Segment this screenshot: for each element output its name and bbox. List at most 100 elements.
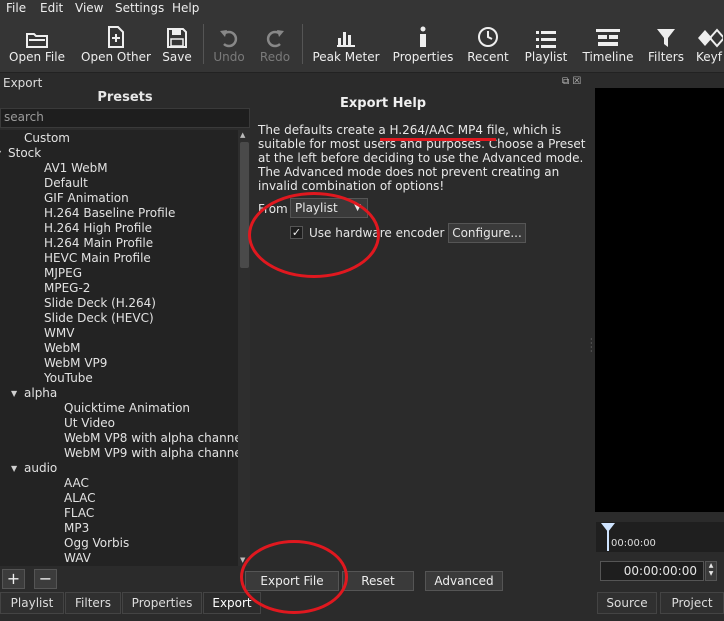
configure-button[interactable]: Configure... <box>448 223 526 243</box>
preset-item[interactable]: AV1 WebM <box>44 161 108 176</box>
timecode-field[interactable]: 00:00:00:00 <box>600 561 704 581</box>
peak-meter-icon <box>310 18 382 48</box>
advanced-button[interactable]: Advanced <box>425 571 503 591</box>
tab-playlist[interactable]: Playlist <box>0 592 64 614</box>
save-button[interactable]: Save <box>158 18 196 70</box>
list-icon <box>522 18 570 48</box>
peak-meter-button[interactable]: Peak Meter <box>310 18 382 70</box>
preset-item[interactable]: audio <box>24 461 57 476</box>
annotation-underline <box>380 138 496 141</box>
floppy-disk-icon <box>158 18 196 48</box>
folder-icon <box>6 18 68 48</box>
undo-icon <box>210 18 248 48</box>
preset-search-input[interactable] <box>1 109 247 125</box>
toolbar-separator <box>203 24 204 64</box>
clock-icon <box>464 18 512 48</box>
playhead-marker[interactable] <box>601 523 615 532</box>
preset-item[interactable]: WAV <box>64 551 91 566</box>
splitter-handle[interactable]: · · · · <box>590 336 593 356</box>
reset-button[interactable]: Reset <box>342 571 414 591</box>
preset-item[interactable]: MJPEG <box>44 266 82 281</box>
export-help-title: Export Help <box>340 96 427 111</box>
presets-scrollbar-thumb[interactable] <box>240 142 249 268</box>
keyframes-icon <box>696 18 724 48</box>
menu-settings[interactable]: Settings <box>115 1 164 15</box>
ruler-label: 00:00:00 <box>611 538 656 549</box>
export-dock-title: Export <box>3 76 43 90</box>
preset-item[interactable]: Slide Deck (HEVC) <box>44 311 154 326</box>
preset-item[interactable]: WebM <box>44 341 81 356</box>
preset-item[interactable]: WebM VP9 <box>44 356 107 371</box>
timeline-button[interactable]: Timeline <box>580 18 636 70</box>
dock-controls: ⧉ ☒ <box>562 76 581 87</box>
properties-button[interactable]: Properties <box>392 18 454 70</box>
preset-item[interactable]: H.264 Baseline Profile <box>44 206 175 221</box>
preset-item[interactable]: H.264 High Profile <box>44 221 152 236</box>
preset-item[interactable]: Ut Video <box>64 416 115 431</box>
tab-properties[interactable]: Properties <box>122 592 202 614</box>
expand-arrow-icon[interactable]: ▼ <box>11 389 17 398</box>
funnel-icon <box>644 18 688 48</box>
expand-arrow-icon[interactable]: ▼ <box>11 464 17 473</box>
preset-item[interactable]: GIF Animation <box>44 191 129 206</box>
menu-file[interactable]: File <box>6 1 26 15</box>
add-preset-button[interactable]: + <box>2 569 25 589</box>
menu-help[interactable]: Help <box>172 1 199 15</box>
help-line: invalid combination of options! <box>258 179 445 193</box>
preset-item[interactable]: Custom <box>24 131 70 146</box>
remove-preset-button[interactable]: − <box>34 569 57 589</box>
info-icon <box>392 18 454 48</box>
help-line: The defaults create a H.264/AAC MP4 file… <box>258 123 562 137</box>
new-file-icon <box>80 18 152 48</box>
close-icon[interactable]: ☒ <box>572 76 581 87</box>
menu-edit[interactable]: Edit <box>40 1 63 15</box>
presets-title: Presets <box>97 90 153 105</box>
redo-button[interactable]: Redo <box>256 18 294 70</box>
help-line: The Advanced mode does not prevent creat… <box>258 165 560 179</box>
annotation-circle <box>240 540 348 614</box>
timeline-icon <box>580 18 636 48</box>
recent-button[interactable]: Recent <box>464 18 512 70</box>
preset-item[interactable]: HEVC Main Profile <box>44 251 151 266</box>
preset-item[interactable]: WMV <box>44 326 74 341</box>
preset-item[interactable]: WebM VP9 with alpha channel <box>64 446 238 461</box>
playlist-button[interactable]: Playlist <box>522 18 570 70</box>
main-toolbar: Open File Open Other Save Undo Redo Peak… <box>0 18 724 73</box>
tab-project[interactable]: Project <box>660 592 724 614</box>
float-icon[interactable]: ⧉ <box>562 76 569 87</box>
preset-item[interactable]: H.264 Main Profile <box>44 236 153 251</box>
undo-button[interactable]: Undo <box>210 18 248 70</box>
preset-item[interactable]: Slide Deck (H.264) <box>44 296 156 311</box>
redo-icon <box>256 18 294 48</box>
timecode-spinner-icon[interactable]: ▲ ▼ <box>705 561 717 581</box>
preset-item[interactable]: MP3 <box>64 521 89 536</box>
presets-tree: Custom ▼ StockAV1 WebMDefaultGIF Animation… <box>0 130 238 566</box>
preset-item[interactable]: Ogg Vorbis <box>64 536 129 551</box>
preset-item[interactable]: Quicktime Animation <box>64 401 190 416</box>
preset-item[interactable]: Stock <box>8 146 41 161</box>
tab-source[interactable]: Source <box>597 592 657 614</box>
preset-item[interactable]: YouTube <box>44 371 93 386</box>
preset-item[interactable]: AAC <box>64 476 89 491</box>
help-line: at the left before deciding to use the A… <box>258 151 584 165</box>
preset-item[interactable]: alpha <box>24 386 57 401</box>
video-preview <box>595 88 724 512</box>
keyframes-button[interactable]: Keyf <box>696 18 724 70</box>
preset-item[interactable]: MPEG-2 <box>44 281 90 296</box>
expand-arrow-icon[interactable]: ▼ <box>0 149 1 158</box>
preset-item[interactable]: FLAC <box>64 506 94 521</box>
preset-item[interactable]: ALAC <box>64 491 96 506</box>
menu-view[interactable]: View <box>75 1 103 15</box>
scroll-up-icon[interactable]: ▲ <box>240 131 245 139</box>
export-help-text: The defaults create a H.264/AAC MP4 file… <box>258 123 588 193</box>
tab-filters[interactable]: Filters <box>65 592 121 614</box>
open-other-button[interactable]: Open Other <box>80 18 152 70</box>
toolbar-separator <box>302 24 303 64</box>
filters-button[interactable]: Filters <box>644 18 688 70</box>
preset-item[interactable]: WebM VP8 with alpha channel <box>64 431 238 446</box>
menu-bar: File Edit View Settings Help <box>0 0 724 18</box>
preset-item[interactable]: Default <box>44 176 88 191</box>
preset-search <box>0 108 250 128</box>
annotation-circle <box>248 192 380 278</box>
open-file-button[interactable]: Open File <box>6 18 68 70</box>
